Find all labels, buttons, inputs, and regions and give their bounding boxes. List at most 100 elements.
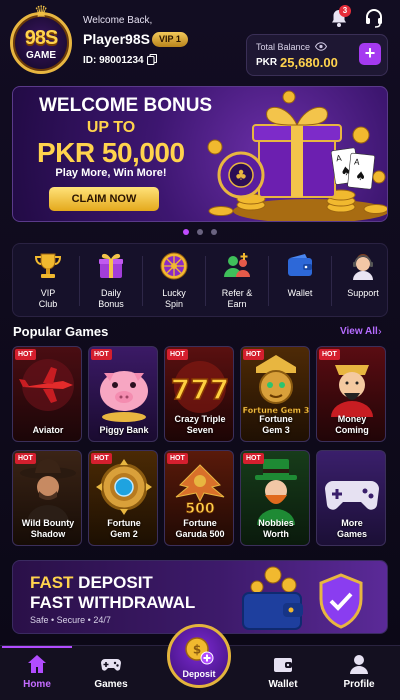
game-name: Fortune Gem 3: [259, 414, 293, 435]
fast-deposit-banner[interactable]: FAST DEPOSIT FAST WITHDRAWAL Safe • Secu…: [12, 560, 388, 634]
app-logo[interactable]: ♛ 98S GAME: [10, 5, 72, 74]
quick-item-label: Daily Bonus: [98, 288, 124, 309]
wallet-shield-illustration: [242, 566, 363, 630]
trophy-icon: [34, 253, 62, 278]
art-label: 500: [185, 501, 214, 517]
notification-badge: 3: [339, 5, 351, 17]
nav-label: Wallet: [268, 679, 298, 690]
carousel-dots: [183, 229, 217, 235]
svg-text:777: 777: [171, 373, 229, 406]
support-icon: [353, 254, 373, 280]
nav-label: Games: [94, 679, 128, 690]
nav-profile[interactable]: Profile: [324, 646, 394, 700]
headset-icon[interactable]: [364, 8, 384, 28]
quick-item-label: Lucky Spin: [162, 288, 186, 309]
user-id: ID: 98001234: [83, 55, 144, 66]
wallet-icon: [288, 254, 312, 276]
svg-text:♠: ♠: [355, 169, 367, 184]
game-card-nobbies-worth[interactable]: HOT Nobbies Worth: [240, 450, 310, 546]
claim-now-button[interactable]: CLAIM NOW: [49, 187, 159, 211]
fast-highlight: FAST: [30, 573, 74, 592]
banner-subtitle: UP TO: [86, 119, 136, 136]
hot-badge: HOT: [243, 453, 264, 464]
greeting: Welcome Back,: [83, 15, 153, 26]
game-name: Crazy Triple Seven: [174, 414, 226, 435]
gift-box-illustration: ♣ A ♠ A ♠: [207, 90, 387, 221]
hot-badge: HOT: [243, 349, 264, 360]
quick-item-label: VIP Club: [38, 288, 58, 309]
banner-title: WELCOME BONUS: [39, 95, 213, 116]
quick-item-support[interactable]: Support: [332, 244, 394, 318]
game-card-wild-bounty-shadow[interactable]: HOT Wild Bounty Shadow: [12, 450, 82, 546]
nav-label: Deposit: [182, 669, 216, 679]
nav-deposit[interactable]: $ Deposit: [167, 624, 231, 688]
quick-item-vip-club[interactable]: VIP Club: [17, 244, 79, 318]
game-card-piggy-bank[interactable]: HOT Piggy Bank: [88, 346, 158, 442]
banner-amount: PKR 50,000: [37, 137, 185, 168]
welcome-bonus-banner[interactable]: WELCOME BONUS UP TO PKR 50,000 Play More…: [12, 86, 388, 222]
hot-badge: HOT: [167, 453, 188, 464]
active-indicator: [2, 646, 72, 648]
quick-item-label: Support: [347, 288, 379, 298]
game-card-fortune-gem-3[interactable]: Fortune Gem 3 HOT Fortune Gem 3: [240, 346, 310, 442]
eye-icon[interactable]: [315, 42, 327, 51]
hot-badge: HOT: [15, 349, 36, 360]
gamepad-icon: [101, 659, 121, 671]
game-card-fortune-garuda-500[interactable]: 500 HOT Fortune Garuda 500: [164, 450, 234, 546]
game-name: Nobbies Worth: [258, 518, 294, 539]
nav-wallet[interactable]: Wallet: [248, 646, 318, 700]
nav-home[interactable]: Home: [2, 646, 72, 700]
game-card-more-games[interactable]: More Games: [316, 450, 386, 546]
coin-plus-icon: $: [185, 637, 214, 665]
gift-icon: [99, 253, 123, 278]
hot-badge: HOT: [319, 349, 340, 360]
vip-badge[interactable]: VIP 1: [152, 32, 188, 47]
wheel-icon: [160, 252, 188, 280]
carousel-dot-active[interactable]: [183, 229, 189, 235]
hot-badge: HOT: [167, 349, 188, 360]
game-name: Money Coming: [335, 414, 369, 435]
balance-currency: PKR: [256, 57, 278, 68]
header: ♛ 98S GAME Welcome Back, Player98S VIP 1…: [0, 0, 400, 82]
add-funds-button[interactable]: +: [359, 43, 381, 65]
hot-badge: HOT: [15, 453, 36, 464]
quick-item-refer-earn[interactable]: Refer & Earn: [206, 244, 268, 318]
carousel-dot[interactable]: [211, 229, 217, 235]
svg-text:♣: ♣: [235, 168, 248, 184]
refer-icon: [224, 253, 250, 277]
balance-label: Total Balance: [256, 42, 311, 52]
app-screen: ♛ 98S GAME Welcome Back, Player98S VIP 1…: [0, 0, 400, 700]
home-icon: [28, 655, 46, 673]
balance-card: Total Balance PKR 25,680.00 +: [246, 34, 388, 76]
banner-tagline: Play More, Win More!: [55, 167, 167, 179]
svg-text:$: $: [193, 643, 201, 657]
game-name: Fortune Garuda 500: [175, 518, 225, 539]
copy-icon[interactable]: [147, 54, 157, 65]
quick-item-lucky-spin[interactable]: Lucky Spin: [143, 244, 205, 318]
quick-menu: VIP Club Daily Bonus Lucky Spin Refer & …: [12, 243, 388, 317]
username: Player98S: [83, 31, 150, 47]
quick-item-label: Refer & Earn: [221, 288, 253, 309]
crown-icon: ♛: [34, 4, 49, 21]
nav-label: Profile: [343, 679, 375, 690]
game-card-fortune-gem-2[interactable]: HOT Fortune Gem 2: [88, 450, 158, 546]
nav-games[interactable]: Games: [76, 646, 146, 700]
chevron-right-icon[interactable]: ›: [378, 326, 382, 338]
quick-item-wallet[interactable]: Wallet: [269, 244, 331, 318]
logo-text-bottom: GAME: [26, 50, 56, 61]
deposit-banner-line2: FAST WITHDRAWAL: [30, 593, 196, 612]
view-all-link[interactable]: View All: [340, 326, 378, 337]
game-card-crazy-triple-seven[interactable]: 777 HOT Crazy Triple Seven: [164, 346, 234, 442]
hot-badge: HOT: [91, 349, 112, 360]
game-card-aviator[interactable]: HOT Aviator: [12, 346, 82, 442]
deposit-banner-line1: FAST DEPOSIT: [30, 573, 153, 593]
deposit-banner-line3: Safe • Secure • 24/7: [30, 615, 111, 625]
game-card-money-coming[interactable]: HOT Money Coming: [316, 346, 386, 442]
nav-label: Home: [23, 679, 51, 690]
quick-item-daily-bonus[interactable]: Daily Bonus: [80, 244, 142, 318]
carousel-dot[interactable]: [197, 229, 203, 235]
game-name: More Games: [336, 518, 368, 539]
hot-badge: HOT: [91, 453, 112, 464]
section-title: Popular Games: [13, 324, 109, 339]
balance-amount: 25,680.00: [280, 55, 338, 70]
